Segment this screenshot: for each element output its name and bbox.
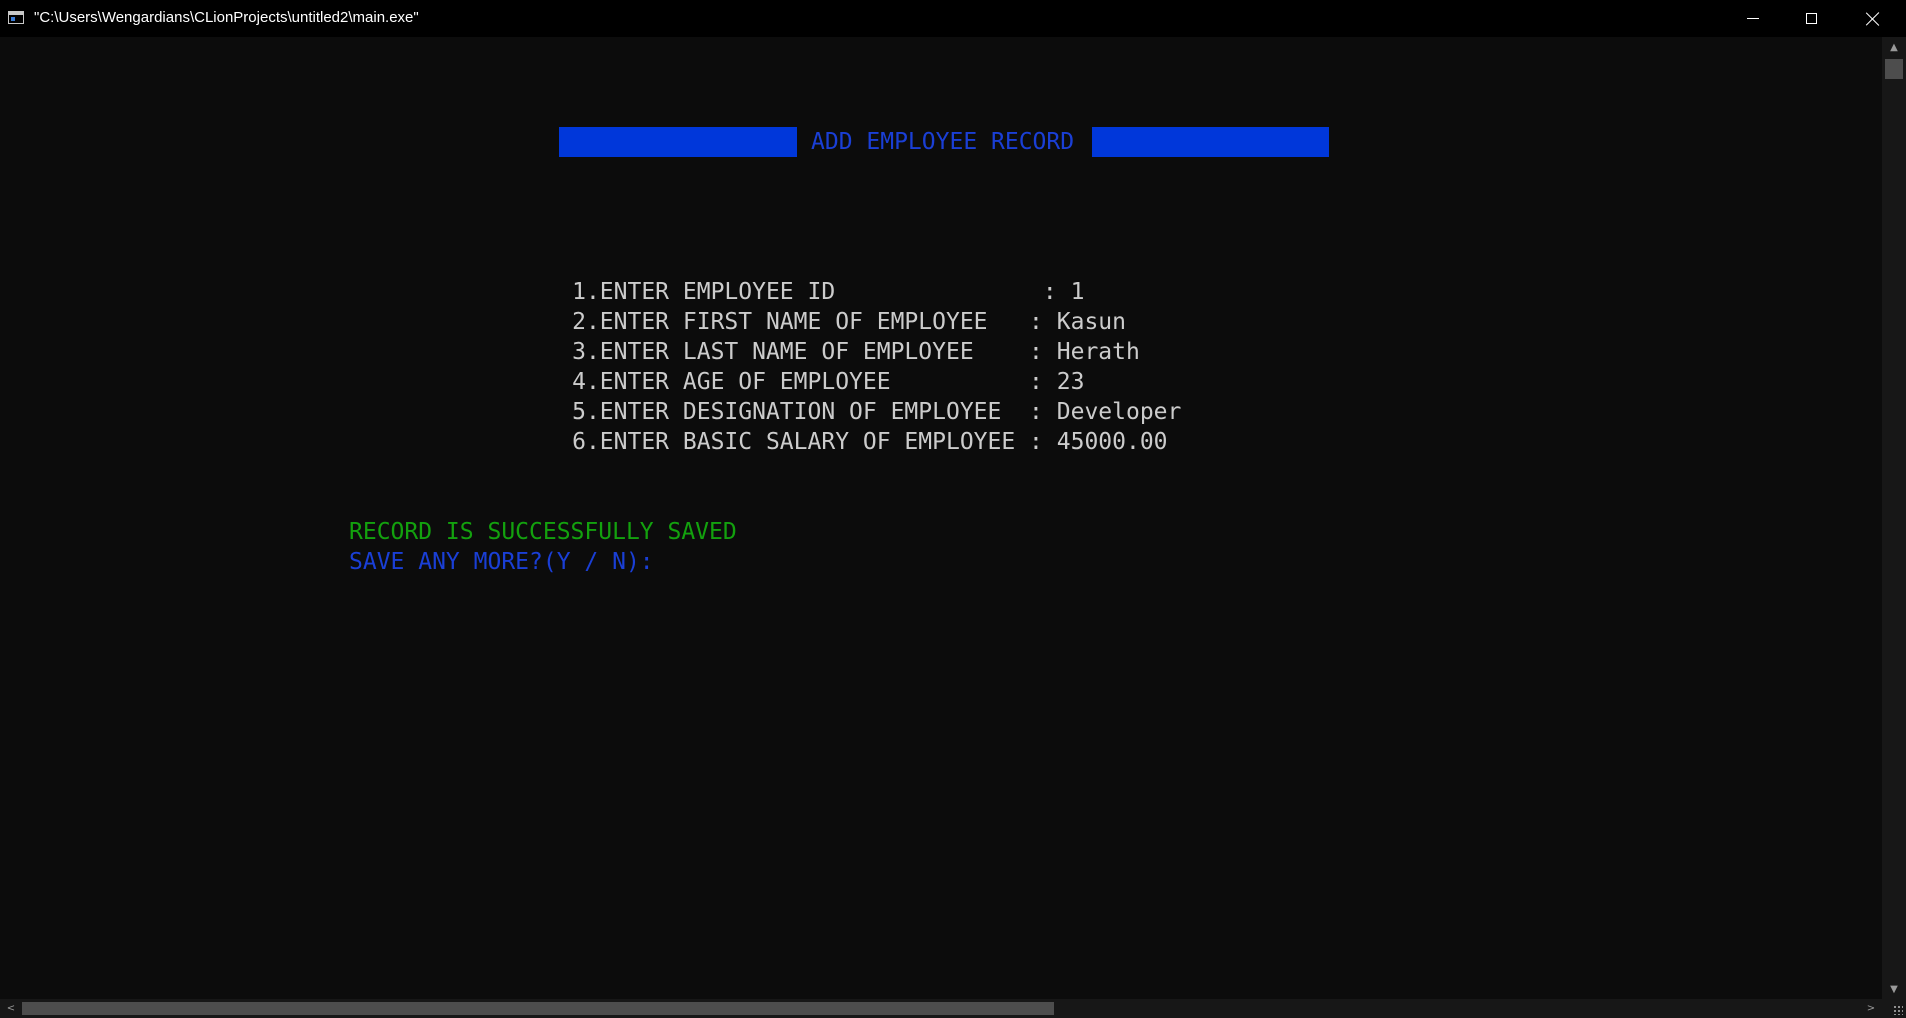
minimize-icon <box>1747 18 1759 19</box>
form-line-basic-salary: 6.ENTER BASIC SALARY OF EMPLOYEE : 45000… <box>489 397 1168 487</box>
maximize-button[interactable] <box>1782 0 1840 37</box>
field-value: 45000.00 <box>1056 429 1168 455</box>
console-window: "C:\Users\Wengardians\CLionProjects\unti… <box>0 0 1906 1018</box>
console-output[interactable]: ADD EMPLOYEE RECORD 1.ENTER EMPLOYEE ID … <box>0 37 1882 999</box>
horizontal-scrollbar[interactable]: < > <box>0 999 1882 1018</box>
maximize-icon <box>1805 13 1817 24</box>
close-icon <box>1866 12 1880 26</box>
minimize-button[interactable] <box>1724 0 1782 37</box>
header-bar-right <box>1092 127 1329 157</box>
header-bar-left <box>559 127 797 157</box>
field-prompt: 6.ENTER BASIC SALARY OF EMPLOYEE : <box>572 429 1057 455</box>
horizontal-scroll-thumb[interactable] <box>22 1002 1054 1015</box>
save-more-prompt[interactable]: SAVE ANY MORE?(Y / N): <box>349 547 654 577</box>
vertical-scroll-thumb[interactable] <box>1885 59 1903 79</box>
success-message: RECORD IS SUCCESSFULLY SAVED <box>349 519 737 545</box>
title-bar[interactable]: "C:\Users\Wengardians\CLionProjects\unti… <box>0 0 1906 37</box>
close-button[interactable] <box>1840 0 1906 37</box>
window-title: "C:\Users\Wengardians\CLionProjects\unti… <box>34 9 419 26</box>
resize-grip-icon[interactable] <box>1882 999 1906 1018</box>
scroll-left-icon[interactable]: < <box>0 999 22 1018</box>
scroll-down-icon[interactable]: ▼ <box>1882 979 1906 999</box>
page-title: ADD EMPLOYEE RECORD <box>811 129 1075 155</box>
scroll-up-icon[interactable]: ▲ <box>1882 37 1906 57</box>
vertical-scrollbar[interactable]: ▲ ▼ <box>1882 37 1906 999</box>
console-app-icon[interactable] <box>8 11 24 24</box>
scroll-right-icon[interactable]: > <box>1860 999 1882 1018</box>
